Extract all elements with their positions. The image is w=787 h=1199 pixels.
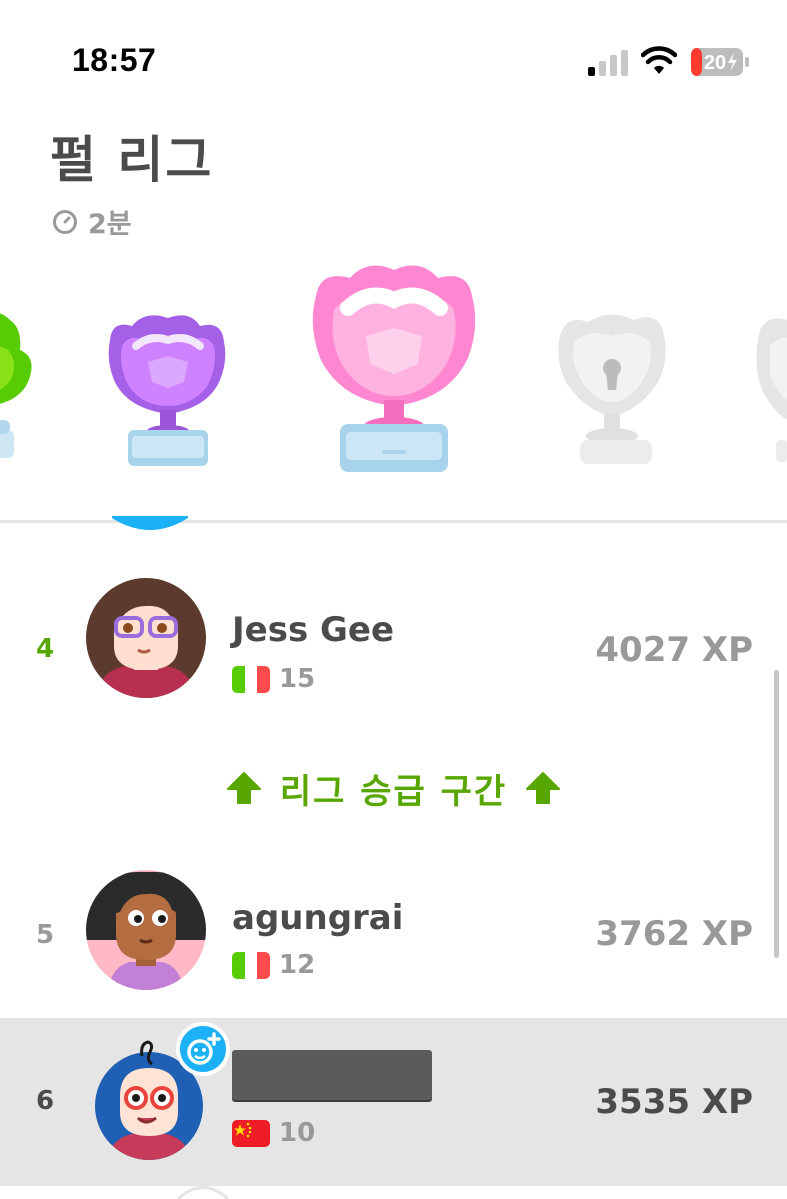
rank-number: 6 (36, 1086, 55, 1116)
locked-trophy-icon[interactable] (756, 318, 787, 462)
amethyst-trophy-icon[interactable] (108, 315, 226, 466)
xp-value: 3762 XP (595, 914, 753, 954)
rank-number: 5 (36, 920, 55, 950)
clock-icon (53, 209, 77, 234)
league-title: 펄 리그 (50, 131, 214, 189)
battery-icon: 20 (691, 48, 749, 76)
promotion-zone-label: 리그 승급 구간 (279, 771, 508, 812)
league-timer: 2분 (52, 202, 132, 241)
pearl-trophy-icon[interactable] (312, 265, 476, 473)
user-meta: 12 (232, 950, 315, 980)
promotion-zone-divider: 리그 승급 구간 (0, 760, 787, 816)
streak-count: 10 (279, 1118, 316, 1148)
china-flag-icon (232, 1119, 270, 1147)
avatar[interactable] (112, 516, 188, 534)
friend-add-badge-icon[interactable] (176, 1022, 230, 1076)
italy-flag-icon (232, 665, 270, 693)
battery-level-text: 20 (704, 52, 726, 74)
streak-count: 12 (279, 950, 316, 980)
status-bar: 18:57 20 (0, 0, 787, 110)
league-trophy-carousel[interactable] (0, 250, 787, 490)
cellular-signal-icon (588, 50, 628, 76)
arrow-up-icon (526, 772, 561, 804)
redacted-username (232, 1050, 432, 1100)
username: agungrai (232, 898, 404, 938)
leaderboard-row-4[interactable]: 4 Jess Gee 15 4027 XP (0, 578, 787, 723)
xp-value: 4027 XP (595, 630, 753, 670)
italy-flag-icon (232, 951, 270, 979)
time-remaining: 2분 (88, 209, 132, 240)
arrow-up-icon (226, 772, 261, 804)
clock: 18:57 (72, 42, 157, 78)
emerald-trophy-icon[interactable] (0, 313, 32, 459)
avatar[interactable] (176, 1184, 230, 1199)
streak-count: 15 (279, 664, 316, 694)
wifi-icon (641, 46, 677, 74)
scrollbar[interactable] (774, 670, 779, 958)
rank-number: 4 (36, 634, 55, 664)
leaderboard-row-6-current-user[interactable]: 6 10 3535 XP (0, 1018, 787, 1186)
avatar[interactable] (86, 870, 206, 990)
user-meta: 10 (232, 1118, 315, 1148)
avatar[interactable] (86, 578, 206, 698)
username: Jess Gee (232, 610, 395, 650)
leaderboard-row-5[interactable]: 5 agungrai 12 3762 XP (0, 868, 787, 1013)
user-meta: 15 (232, 664, 315, 694)
locked-trophy-icon[interactable] (558, 314, 666, 464)
xp-value: 3535 XP (595, 1082, 753, 1122)
